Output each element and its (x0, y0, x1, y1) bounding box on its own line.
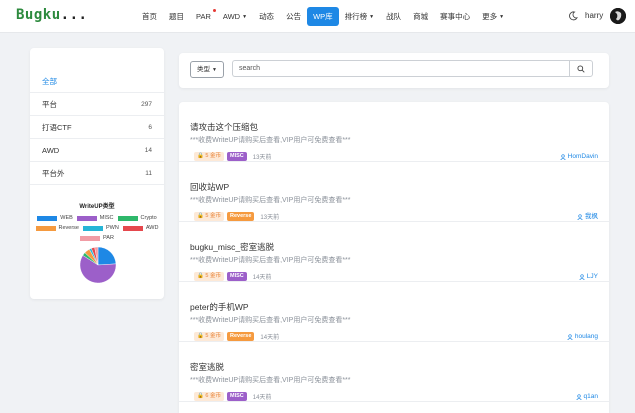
author-link[interactable]: houlang (567, 332, 598, 341)
author-link[interactable]: 我枫 (577, 212, 598, 221)
search-button[interactable] (569, 60, 593, 77)
nav-shop[interactable]: 商城 (407, 7, 434, 26)
nav-events[interactable]: 赛事中心 (434, 7, 476, 26)
filter-bar: 类型 ▼ search (179, 53, 609, 88)
nav-more[interactable]: 更多 ▼ (476, 7, 510, 26)
writeup-meta: 🔒 5 金币 Reverse 14天前 (194, 332, 279, 341)
coin-price-badge: 🔒 5 金币 (194, 332, 224, 341)
writeup-title[interactable]: 请攻击这个压缩包 (190, 121, 258, 133)
nav-wp-library[interactable]: WP库 (307, 7, 339, 26)
user-icon (559, 153, 566, 160)
writeup-title[interactable]: bugku_misc_密室逃脱 (190, 241, 274, 253)
writeup-meta: 🔒 5 金币 MISC 13天前 (194, 152, 271, 161)
writeup-item[interactable]: peter的手机WP ***收费WriteUP请购买后查看,VIP用户可免费查看… (179, 282, 609, 342)
legend-reverse[interactable]: Reverse (35, 225, 79, 231)
author-link[interactable]: LJY (579, 272, 598, 281)
category-tag[interactable]: Reverse (226, 212, 255, 221)
nav-challenges[interactable]: 题目 (163, 7, 190, 26)
writeup-meta: 🔒 5 金币 MISC 14天前 (194, 272, 271, 281)
caret-down-icon: ▼ (369, 14, 375, 20)
writeup-title[interactable]: 密室逃脱 (190, 361, 224, 373)
nav-awd[interactable]: AWD ▼ (217, 7, 253, 26)
lock-icon: 🔒 (197, 393, 204, 399)
chart-legend: WEB MISC Crypto Reverse PWN AWD PAR (30, 213, 164, 243)
pie-slice-web[interactable] (97, 246, 117, 266)
top-navbar: Bugku... 首页 题目 PAR AWD ▼ 动态 公告 WP库 排行榜 ▼ 战… (0, 0, 635, 33)
category-tag[interactable]: Reverse (226, 332, 255, 341)
main-nav: 首页 题目 PAR AWD ▼ 动态 公告 WP库 排行榜 ▼ 战队 商城 赛事中心… (136, 7, 510, 26)
writeup-description: ***收费WriteUP请购买后查看,VIP用户可免费查看*** (190, 137, 351, 144)
writeup-item[interactable]: 回收站WP ***收费WriteUP请购买后查看,VIP用户可免费查看*** 🔒… (179, 162, 609, 222)
legend-crypto[interactable]: Crypto (117, 215, 157, 221)
moon-icon[interactable] (568, 11, 578, 21)
category-awd[interactable]: AWD 14 (30, 139, 164, 162)
lock-icon: 🔒 (197, 213, 204, 219)
category-tag[interactable]: MISC (226, 272, 247, 281)
timestamp: 13天前 (260, 215, 280, 221)
nav-announcements[interactable]: 公告 (280, 7, 307, 26)
category-all[interactable]: 全部 (30, 70, 164, 93)
category-platform[interactable]: 平台 297 (30, 93, 164, 116)
writeup-meta: 🔒 5 金币 Reverse 13天前 (194, 212, 279, 221)
avatar[interactable] (610, 8, 626, 24)
writeup-description: ***收费WriteUP请购买后查看,VIP用户可免费查看*** (190, 317, 351, 324)
nav-par[interactable]: PAR (190, 7, 217, 26)
timestamp: 14天前 (260, 335, 280, 341)
writeup-description: ***收费WriteUP请购买后查看,VIP用户可免费查看*** (190, 257, 351, 264)
user-icon (579, 273, 585, 280)
category-external[interactable]: 平台外 11 (30, 162, 164, 185)
site-logo[interactable]: Bugku... (16, 7, 87, 23)
search-input[interactable]: search (232, 60, 569, 77)
type-filter-button[interactable]: 类型 ▼ (190, 61, 224, 78)
writeup-item[interactable]: bugku_misc_密室逃脱 ***收费WriteUP请购买后查看,VIP用户… (179, 222, 609, 282)
nav-leaderboard[interactable]: 排行榜 ▼ (339, 7, 380, 26)
legend-pwn[interactable]: PWN (83, 225, 119, 231)
legend-misc[interactable]: MISC (76, 215, 114, 221)
coin-price-badge: 🔒 5 金币 (194, 272, 224, 281)
writeup-type-pie-chart (79, 246, 117, 284)
writeup-description: ***收费WriteUP请购买后查看,VIP用户可免费查看*** (190, 197, 351, 204)
chart-title: WriteUP类型 (79, 204, 115, 210)
timestamp: 13天前 (252, 155, 272, 161)
category-tag[interactable]: MISC (226, 152, 247, 161)
writeup-item[interactable]: 密室逃脱 ***收费WriteUP请购买后查看,VIP用户可免费查看*** 🔒 … (179, 342, 609, 402)
nav-home[interactable]: 首页 (136, 7, 163, 26)
legend-web[interactable]: WEB (37, 215, 73, 221)
writeup-description: ***收费WriteUP请购买后查看,VIP用户可免费查看*** (190, 377, 351, 384)
writeup-title[interactable]: 回收站WP (190, 181, 229, 193)
coin-price-badge: 🔒 6 金币 (194, 392, 224, 401)
writeup-title[interactable]: peter的手机WP (190, 301, 249, 313)
author-link[interactable]: HomDavin (559, 152, 598, 161)
writeup-item[interactable]: 请攻击这个压缩包 ***收费WriteUP请购买后查看,VIP用户可免费查看**… (179, 102, 609, 162)
lock-icon: 🔒 (197, 333, 204, 339)
coin-price-badge: 🔒 5 金币 (194, 212, 224, 221)
user-icon (575, 393, 582, 400)
user-icon (577, 213, 583, 220)
caret-down-icon: ▼ (212, 67, 217, 73)
caret-down-icon: ▼ (499, 14, 505, 20)
user-icon (567, 333, 573, 340)
lock-icon: 🔒 (197, 153, 204, 159)
coin-price-badge: 🔒 5 金币 (194, 152, 224, 161)
author-link[interactable]: q1an (575, 392, 598, 401)
timestamp: 14天前 (252, 395, 272, 401)
notification-dot (212, 9, 216, 12)
legend-par[interactable]: PAR (80, 235, 114, 241)
lock-icon: 🔒 (197, 273, 204, 279)
writeup-list: 请攻击这个压缩包 ***收费WriteUP请购买后查看,VIP用户可免费查看**… (179, 102, 609, 413)
timestamp: 14天前 (252, 275, 272, 281)
category-tag[interactable]: MISC (226, 392, 247, 401)
search-icon (577, 64, 585, 73)
nav-activity[interactable]: 动态 (253, 7, 280, 26)
category-list: 全部 平台 297 打语CTF 6 AWD 14 平台外 11 (30, 70, 164, 185)
avatar-image (610, 8, 626, 24)
legend-awd[interactable]: AWD (122, 225, 158, 231)
writeup-meta: 🔒 6 金币 MISC 14天前 (194, 392, 271, 401)
username[interactable]: harry (585, 11, 603, 20)
caret-down-icon: ▼ (242, 14, 248, 20)
nav-teams[interactable]: 战队 (380, 7, 407, 26)
category-ctf[interactable]: 打语CTF 6 (30, 116, 164, 139)
